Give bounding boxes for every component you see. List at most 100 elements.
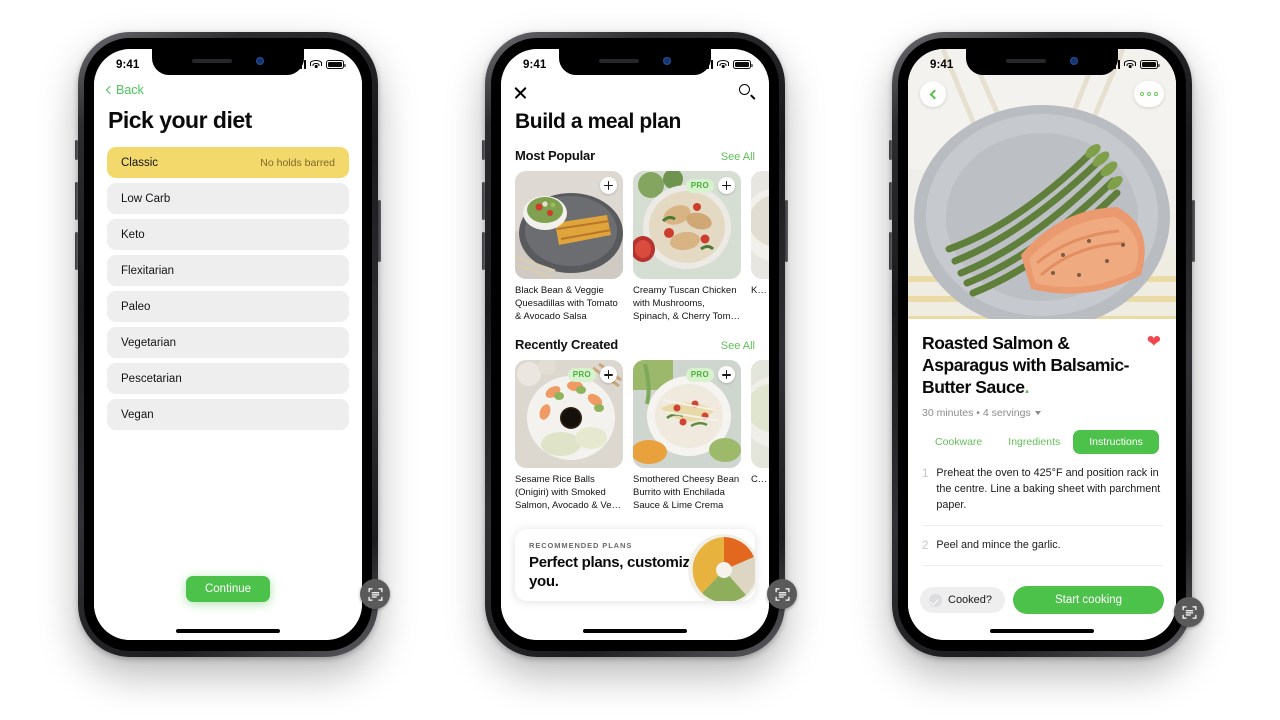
more-options-button[interactable] xyxy=(1134,81,1164,107)
recipe-name: K… B… xyxy=(751,285,769,296)
recipe-card[interactable]: PRO Smothered Cheesy Bean Burrito with E… xyxy=(633,360,741,512)
recipe-meta[interactable]: 30 minutes • 4 servings xyxy=(922,407,1162,419)
diet-option-vegan[interactable]: Vegan xyxy=(107,399,349,430)
volume-up-button[interactable] xyxy=(482,182,485,220)
battery-icon xyxy=(733,60,753,69)
scan-text-fab[interactable] xyxy=(767,579,797,609)
phone-bezel: 9:41 Back Pick your diet Classic No hold… xyxy=(84,38,372,651)
volume-up-button[interactable] xyxy=(75,182,78,220)
title-accent-dot: . xyxy=(1024,376,1030,397)
diet-label: Vegetarian xyxy=(121,336,176,349)
cooked-button[interactable]: Cooked? xyxy=(920,587,1006,613)
tab-ingredients[interactable]: Ingredients xyxy=(995,430,1073,454)
recipe-image: PRO xyxy=(515,360,623,469)
recipe-image xyxy=(751,360,769,469)
see-all-link[interactable]: See All xyxy=(721,340,755,352)
recipe-action-bar: Cooked? Start cooking xyxy=(920,586,1164,614)
carousel-most-popular[interactable]: Black Bean & Veggie Quesadillas with Tom… xyxy=(501,163,769,323)
notch xyxy=(559,49,711,75)
home-indicator xyxy=(176,629,280,633)
diet-option-low-carb[interactable]: Low Carb xyxy=(107,183,349,214)
phone-device-recipe: 9:41 ❤ Roasted Salmon & Asparagus with B… xyxy=(889,32,1204,657)
mute-switch[interactable] xyxy=(75,140,78,160)
pro-badge: PRO xyxy=(685,367,714,382)
recipe-meta-text: 30 minutes • 4 servings xyxy=(922,406,1031,419)
add-recipe-button[interactable] xyxy=(600,177,617,194)
recipe-card[interactable]: PRO Sesame Rice Balls (Onigiri) with Smo… xyxy=(515,360,623,512)
carousel-recently-created[interactable]: PRO Sesame Rice Balls (Onigiri) with Smo… xyxy=(501,352,769,512)
add-recipe-button[interactable] xyxy=(600,366,617,384)
tab-instructions[interactable]: Instructions xyxy=(1073,429,1159,454)
power-button[interactable] xyxy=(1192,200,1195,262)
start-cooking-button[interactable]: Start cooking xyxy=(1013,586,1164,614)
continue-button[interactable]: Continue xyxy=(186,576,270,602)
grain-bowl-photo xyxy=(688,533,755,601)
mute-switch[interactable] xyxy=(482,140,485,160)
diet-option-paleo[interactable]: Paleo xyxy=(107,291,349,322)
recipe-name: C… (P… D… xyxy=(751,474,769,486)
power-button[interactable] xyxy=(378,200,381,262)
status-time: 9:41 xyxy=(116,58,140,71)
recipe-detail-sheet: ❤ Roasted Salmon & Asparagus with Balsam… xyxy=(908,319,1176,640)
recipe-name: Black Bean & Veggie Quesadillas with Tom… xyxy=(515,285,618,322)
battery-icon xyxy=(1140,60,1160,69)
back-button[interactable]: Back xyxy=(105,83,349,97)
volume-down-button[interactable] xyxy=(482,232,485,270)
scan-text-fab[interactable] xyxy=(360,579,390,609)
phone-device-diet: 9:41 Back Pick your diet Classic No hold… xyxy=(75,32,390,657)
diet-label: Flexitarian xyxy=(121,264,175,277)
tab-cookware[interactable]: Cookware xyxy=(922,430,995,454)
power-button[interactable] xyxy=(785,200,788,262)
front-camera-icon xyxy=(1070,56,1078,65)
instruction-step: 2 Peel and mince the garlic. xyxy=(922,526,1162,567)
diet-option-vegetarian[interactable]: Vegetarian xyxy=(107,327,349,358)
screenshot-stage: 9:41 Back Pick your diet Classic No hold… xyxy=(0,0,1280,720)
card-badges: PRO xyxy=(685,366,735,384)
back-button[interactable] xyxy=(920,81,946,107)
check-circle-icon xyxy=(929,593,942,607)
page-title: Pick your diet xyxy=(108,107,252,133)
recipe-card[interactable]: K… B… xyxy=(751,171,769,323)
diet-label: Classic xyxy=(121,156,159,169)
recipe-card[interactable]: C… (P… D… xyxy=(751,360,769,512)
volume-up-button[interactable] xyxy=(889,182,892,220)
scan-text-fab[interactable] xyxy=(1174,597,1204,627)
volume-down-button[interactable] xyxy=(889,232,892,270)
screen-recipe: 9:41 ❤ Roasted Salmon & Asparagus with B… xyxy=(908,49,1176,640)
instruction-step: 1 Preheat the oven to 425°F and position… xyxy=(922,454,1162,526)
section-title: Recently Created xyxy=(515,337,619,353)
diet-option-flexitarian[interactable]: Flexitarian xyxy=(107,255,349,286)
earpiece-speaker xyxy=(192,58,232,63)
recipe-card[interactable]: PRO Creamy Tuscan Chicken with Mushrooms… xyxy=(633,171,741,323)
see-all-link[interactable]: See All xyxy=(721,151,755,163)
recommended-plans-banner[interactable]: RECOMMENDED PLANS Perfect plans, customi… xyxy=(515,528,755,601)
close-icon[interactable] xyxy=(513,85,528,100)
diet-option-classic[interactable]: Classic No holds barred xyxy=(107,147,349,178)
add-recipe-button[interactable] xyxy=(718,177,735,194)
chevron-left-icon xyxy=(105,85,115,95)
diet-label: Low Carb xyxy=(121,192,171,205)
volume-down-button[interactable] xyxy=(75,232,78,270)
home-indicator xyxy=(990,629,1094,633)
partial-recipe-photo xyxy=(751,171,769,279)
wifi-icon xyxy=(310,60,322,69)
notch xyxy=(966,49,1118,75)
search-icon[interactable] xyxy=(739,84,755,100)
recipe-image xyxy=(751,171,769,279)
chevron-down-icon xyxy=(1034,410,1041,415)
earpiece-speaker xyxy=(1006,58,1046,63)
diet-screen-body: Back Pick your diet Classic No holds bar… xyxy=(94,76,362,640)
step-text: Preheat the oven to 425°F and position r… xyxy=(936,466,1161,511)
section-title: Most Popular xyxy=(515,148,595,163)
mute-switch[interactable] xyxy=(889,140,892,160)
favorite-heart-icon[interactable]: ❤ xyxy=(1147,333,1161,350)
diet-option-keto[interactable]: Keto xyxy=(107,219,349,250)
diet-option-pescetarian[interactable]: Pescetarian xyxy=(107,363,349,394)
screen-meal-plan: 9:41 Build a meal plan Most Popular See … xyxy=(501,49,769,640)
recipe-card[interactable]: Black Bean & Veggie Quesadillas with Tom… xyxy=(515,171,623,323)
diet-label: Vegan xyxy=(121,408,154,421)
section-header-most-popular: Most Popular See All xyxy=(501,148,769,163)
back-label: Back xyxy=(116,83,144,97)
add-recipe-button[interactable] xyxy=(718,366,735,384)
recipe-image: PRO xyxy=(633,171,741,279)
